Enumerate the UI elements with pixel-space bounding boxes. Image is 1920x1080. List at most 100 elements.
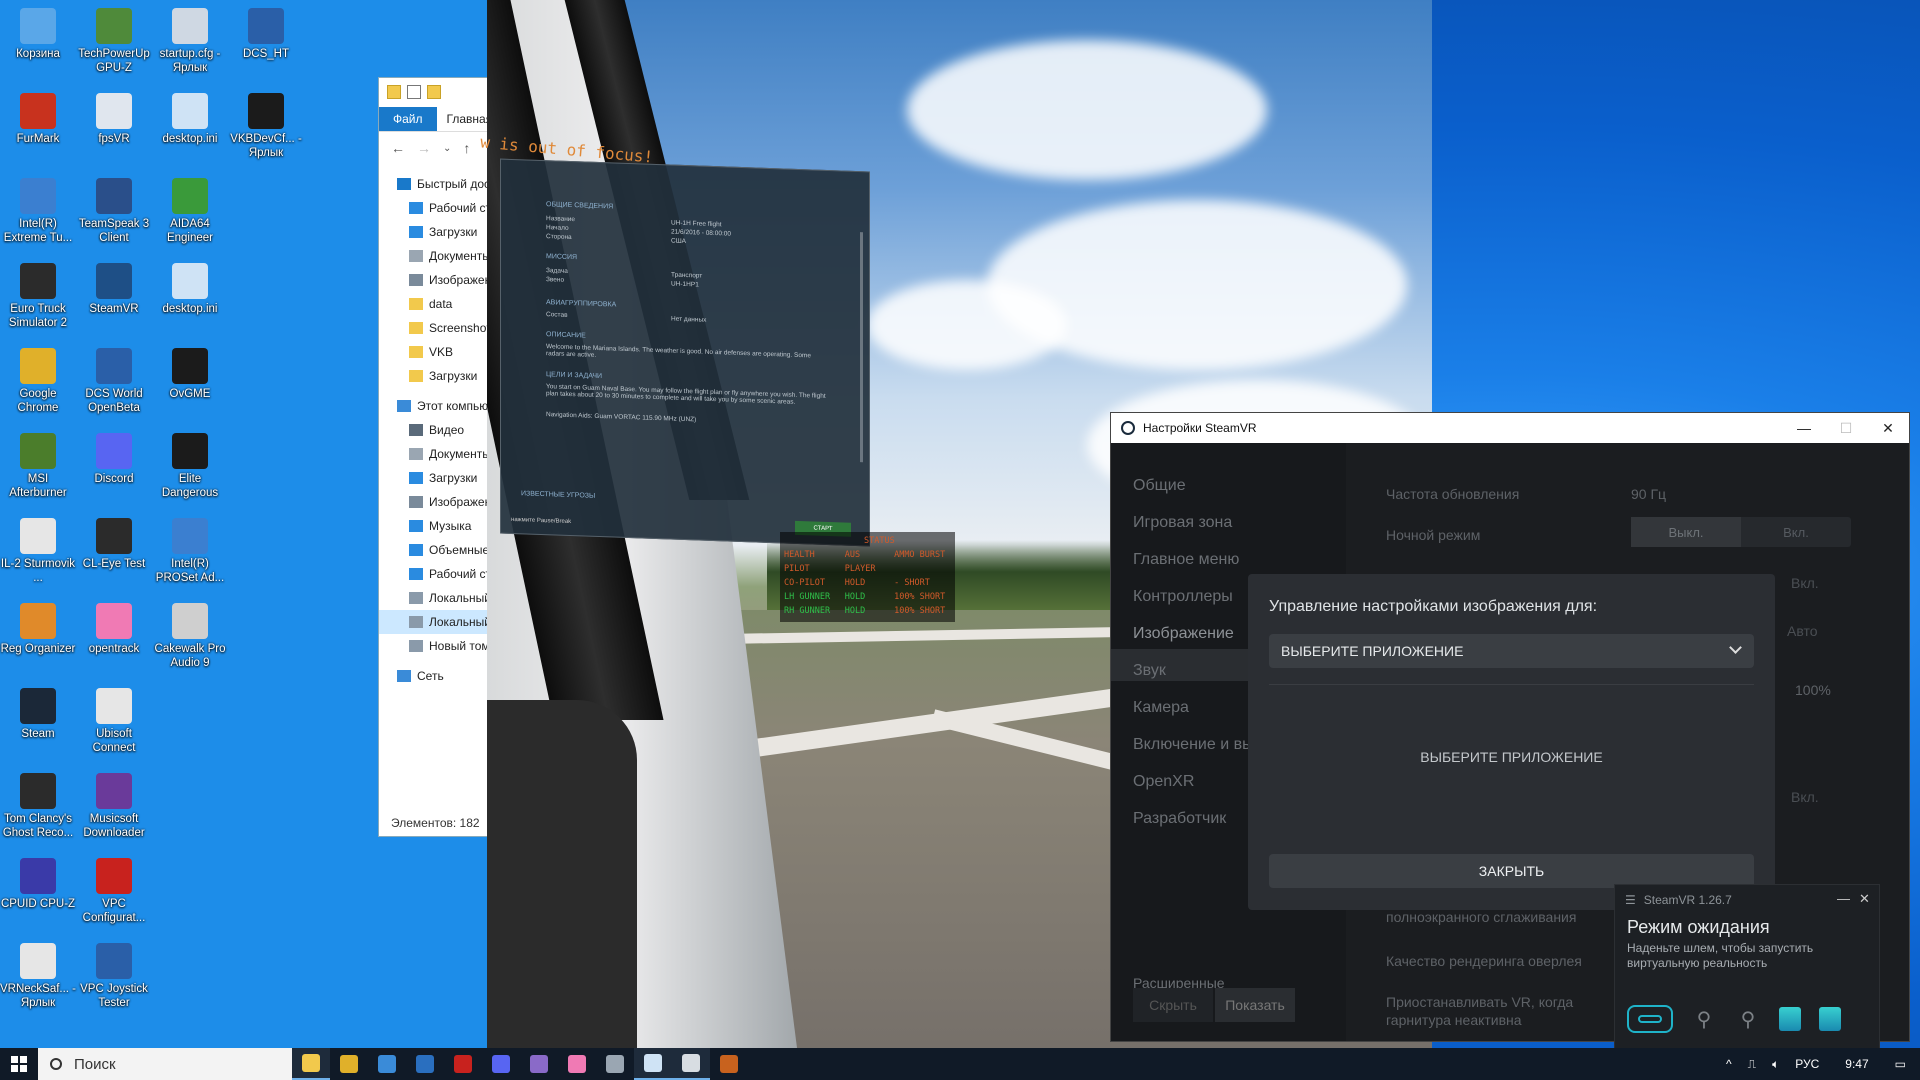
- desktop-icon-ubisoft[interactable]: Ubisoft Connect: [76, 682, 152, 762]
- taskbar-app-app-grey[interactable]: [596, 1048, 634, 1080]
- tree-item[interactable]: Видео: [379, 418, 489, 442]
- taskbar-app-dcs[interactable]: [710, 1048, 748, 1080]
- network-icon[interactable]: ⎍: [1748, 1057, 1756, 1072]
- tree-item[interactable]: Быстрый доступ: [379, 172, 489, 196]
- tree-item[interactable]: Рабочий стол: [379, 196, 489, 220]
- controller-icon[interactable]: ⚲: [1691, 1005, 1717, 1033]
- desktop-icon-cleye[interactable]: CL-Eye Test: [76, 512, 152, 592]
- tree-item[interactable]: Сеть: [379, 664, 489, 688]
- desktop-icon-intel-proset[interactable]: Intel(R) PROSet Ad...: [152, 512, 228, 592]
- desktop-icon-teamspeak[interactable]: TeamSpeak 3 Client: [76, 172, 152, 252]
- desktop-icon-gpuz[interactable]: TechPowerUp GPU-Z: [76, 2, 152, 82]
- clock[interactable]: 9:47: [1845, 1057, 1868, 1071]
- tree-item[interactable]: Загрузки: [379, 220, 489, 244]
- base-station-icon[interactable]: [1779, 1007, 1801, 1031]
- desktop-icon-dcs[interactable]: DCS World OpenBeta: [76, 342, 152, 422]
- desktop-icon-cakewalk[interactable]: Cakewalk Pro Audio 9: [152, 597, 228, 677]
- tree-item[interactable]: Изображения: [379, 268, 489, 292]
- application-select[interactable]: ВЫБЕРИТЕ ПРИЛОЖЕНИЕ: [1269, 634, 1754, 668]
- desktop-icon-elite[interactable]: Elite Dangerous: [152, 427, 228, 507]
- settings-nav-item[interactable]: Игровая зона: [1133, 514, 1338, 532]
- file-explorer-window[interactable]: Файл Главная ← → ⌄ ↑ Быстрый доступ Рабоч…: [378, 77, 492, 837]
- desktop-icon-discord[interactable]: Discord: [76, 427, 152, 507]
- desktop-icon-file[interactable]: startup.cfg - Ярлык: [152, 2, 228, 82]
- back-arrow-icon[interactable]: ←: [391, 140, 405, 156]
- tree-item[interactable]: Новый том: [379, 634, 489, 658]
- controller-icon[interactable]: ⚲: [1735, 1005, 1761, 1033]
- tree-item[interactable]: Документы: [379, 442, 489, 466]
- taskbar-app-chrome[interactable]: [330, 1048, 368, 1080]
- tree-item[interactable]: Музыка: [379, 514, 489, 538]
- taskbar-app-app-red[interactable]: [444, 1048, 482, 1080]
- refresh-rate-value[interactable]: 90 Гц: [1631, 486, 1666, 502]
- input-language[interactable]: РУС: [1795, 1057, 1819, 1071]
- up-arrow-icon[interactable]: ↑: [463, 140, 470, 156]
- taskbar-app-steamvr[interactable]: [672, 1048, 710, 1080]
- minimize-icon[interactable]: —: [1781, 413, 1827, 443]
- desktop-icon-vrnecksafer[interactable]: VRNeckSaf... - Ярлык: [0, 937, 76, 1017]
- chevron-down-icon[interactable]: ⌄: [443, 143, 451, 154]
- tree-item[interactable]: Загрузки: [379, 466, 489, 490]
- setting-value-on[interactable]: Вкл.: [1791, 789, 1819, 805]
- tree-item[interactable]: Документы: [379, 244, 489, 268]
- night-mode-toggle[interactable]: Выкл. Вкл.: [1631, 517, 1851, 547]
- briefing-scrollbar[interactable]: [860, 232, 863, 463]
- settings-nav-item[interactable]: Общие: [1133, 477, 1338, 495]
- taskbar-app-app-blue[interactable]: [368, 1048, 406, 1080]
- taskbar-app-app-files[interactable]: [634, 1048, 672, 1080]
- volume-icon[interactable]: 🔈︎: [1772, 1057, 1779, 1072]
- desktop-icon-file[interactable]: desktop.ini: [152, 87, 228, 167]
- desktop-icon-furmark[interactable]: FurMark: [0, 87, 76, 167]
- desktop-icon-aida64[interactable]: AIDA64 Engineer: [152, 172, 228, 252]
- desktop-icon-vpc[interactable]: VPC Configurat...: [76, 852, 152, 932]
- hamburger-menu-icon[interactable]: ☰: [1625, 893, 1636, 907]
- hide-advanced-button[interactable]: Скрыть: [1133, 988, 1213, 1022]
- setting-value-auto[interactable]: Авто: [1787, 623, 1818, 639]
- desktop-icon-steam[interactable]: Steam: [0, 682, 76, 762]
- show-advanced-button[interactable]: Показать: [1215, 988, 1295, 1022]
- start-button[interactable]: [0, 1048, 38, 1080]
- tree-item[interactable]: Этот компьютер: [379, 394, 489, 418]
- taskbar-app-explorer[interactable]: [292, 1048, 330, 1080]
- taskbar-search[interactable]: Поиск: [38, 1048, 292, 1080]
- desktop-icon-intel-xtu[interactable]: Intel(R) Extreme Tu...: [0, 172, 76, 252]
- settings-nav-item[interactable]: Главное меню: [1133, 551, 1338, 569]
- headset-icon[interactable]: [1627, 1005, 1673, 1033]
- desktop-icon-dcs[interactable]: DCS_HT: [228, 2, 304, 82]
- maximize-icon[interactable]: ☐: [1823, 413, 1869, 443]
- tree-item[interactable]: Рабочий стол: [379, 562, 489, 586]
- desktop-icon-chrome[interactable]: Google Chrome: [0, 342, 76, 422]
- tree-item[interactable]: Локальный диск: [379, 610, 489, 634]
- taskbar-app-teamspeak[interactable]: [406, 1048, 444, 1080]
- close-icon[interactable]: ✕: [1865, 413, 1911, 443]
- desktop-icon-file[interactable]: desktop.ini: [152, 257, 228, 337]
- tree-item[interactable]: Локальный диск: [379, 586, 489, 610]
- tree-item[interactable]: Screenshots: [379, 316, 489, 340]
- chevron-up-icon[interactable]: ^: [1726, 1057, 1732, 1071]
- minimize-icon[interactable]: —: [1837, 891, 1850, 906]
- tree-item[interactable]: Загрузки: [379, 364, 489, 388]
- base-station-icon[interactable]: [1819, 1007, 1841, 1031]
- tree-item[interactable]: VKB: [379, 340, 489, 364]
- desktop-icon-fpsvr[interactable]: fpsVR: [76, 87, 152, 167]
- desktop-icon-ovgme[interactable]: OvGME: [152, 342, 228, 422]
- desktop-icon-opentrack[interactable]: opentrack: [76, 597, 152, 677]
- taskbar-app-opentrack-tray[interactable]: [520, 1048, 558, 1080]
- tree-item[interactable]: Объемные объекты: [379, 538, 489, 562]
- modal-close-button[interactable]: ЗАКРЫТЬ: [1269, 854, 1754, 888]
- desktop-icon-vkb[interactable]: VKBDevCf... - Ярлык: [228, 87, 304, 167]
- notifications-icon[interactable]: ▭: [1895, 1057, 1906, 1071]
- desktop-icon-afterburner[interactable]: MSI Afterburner: [0, 427, 76, 507]
- tree-item[interactable]: data: [379, 292, 489, 316]
- taskbar-app-opentrack[interactable]: [558, 1048, 596, 1080]
- desktop-icon-cpuz[interactable]: CPUID CPU-Z: [0, 852, 76, 932]
- setting-value-on[interactable]: Вкл.: [1791, 575, 1819, 591]
- folder-icon[interactable]: [387, 85, 401, 99]
- night-mode-on[interactable]: Вкл.: [1741, 517, 1851, 547]
- desktop-icon-musicsoft[interactable]: Musicsoft Downloader: [76, 767, 152, 847]
- desktop-icon-ets2[interactable]: Euro Truck Simulator 2: [0, 257, 76, 337]
- properties-icon[interactable]: [407, 85, 421, 99]
- taskbar-app-discord[interactable]: [482, 1048, 520, 1080]
- night-mode-off[interactable]: Выкл.: [1631, 517, 1741, 547]
- close-icon[interactable]: ✕: [1859, 891, 1870, 907]
